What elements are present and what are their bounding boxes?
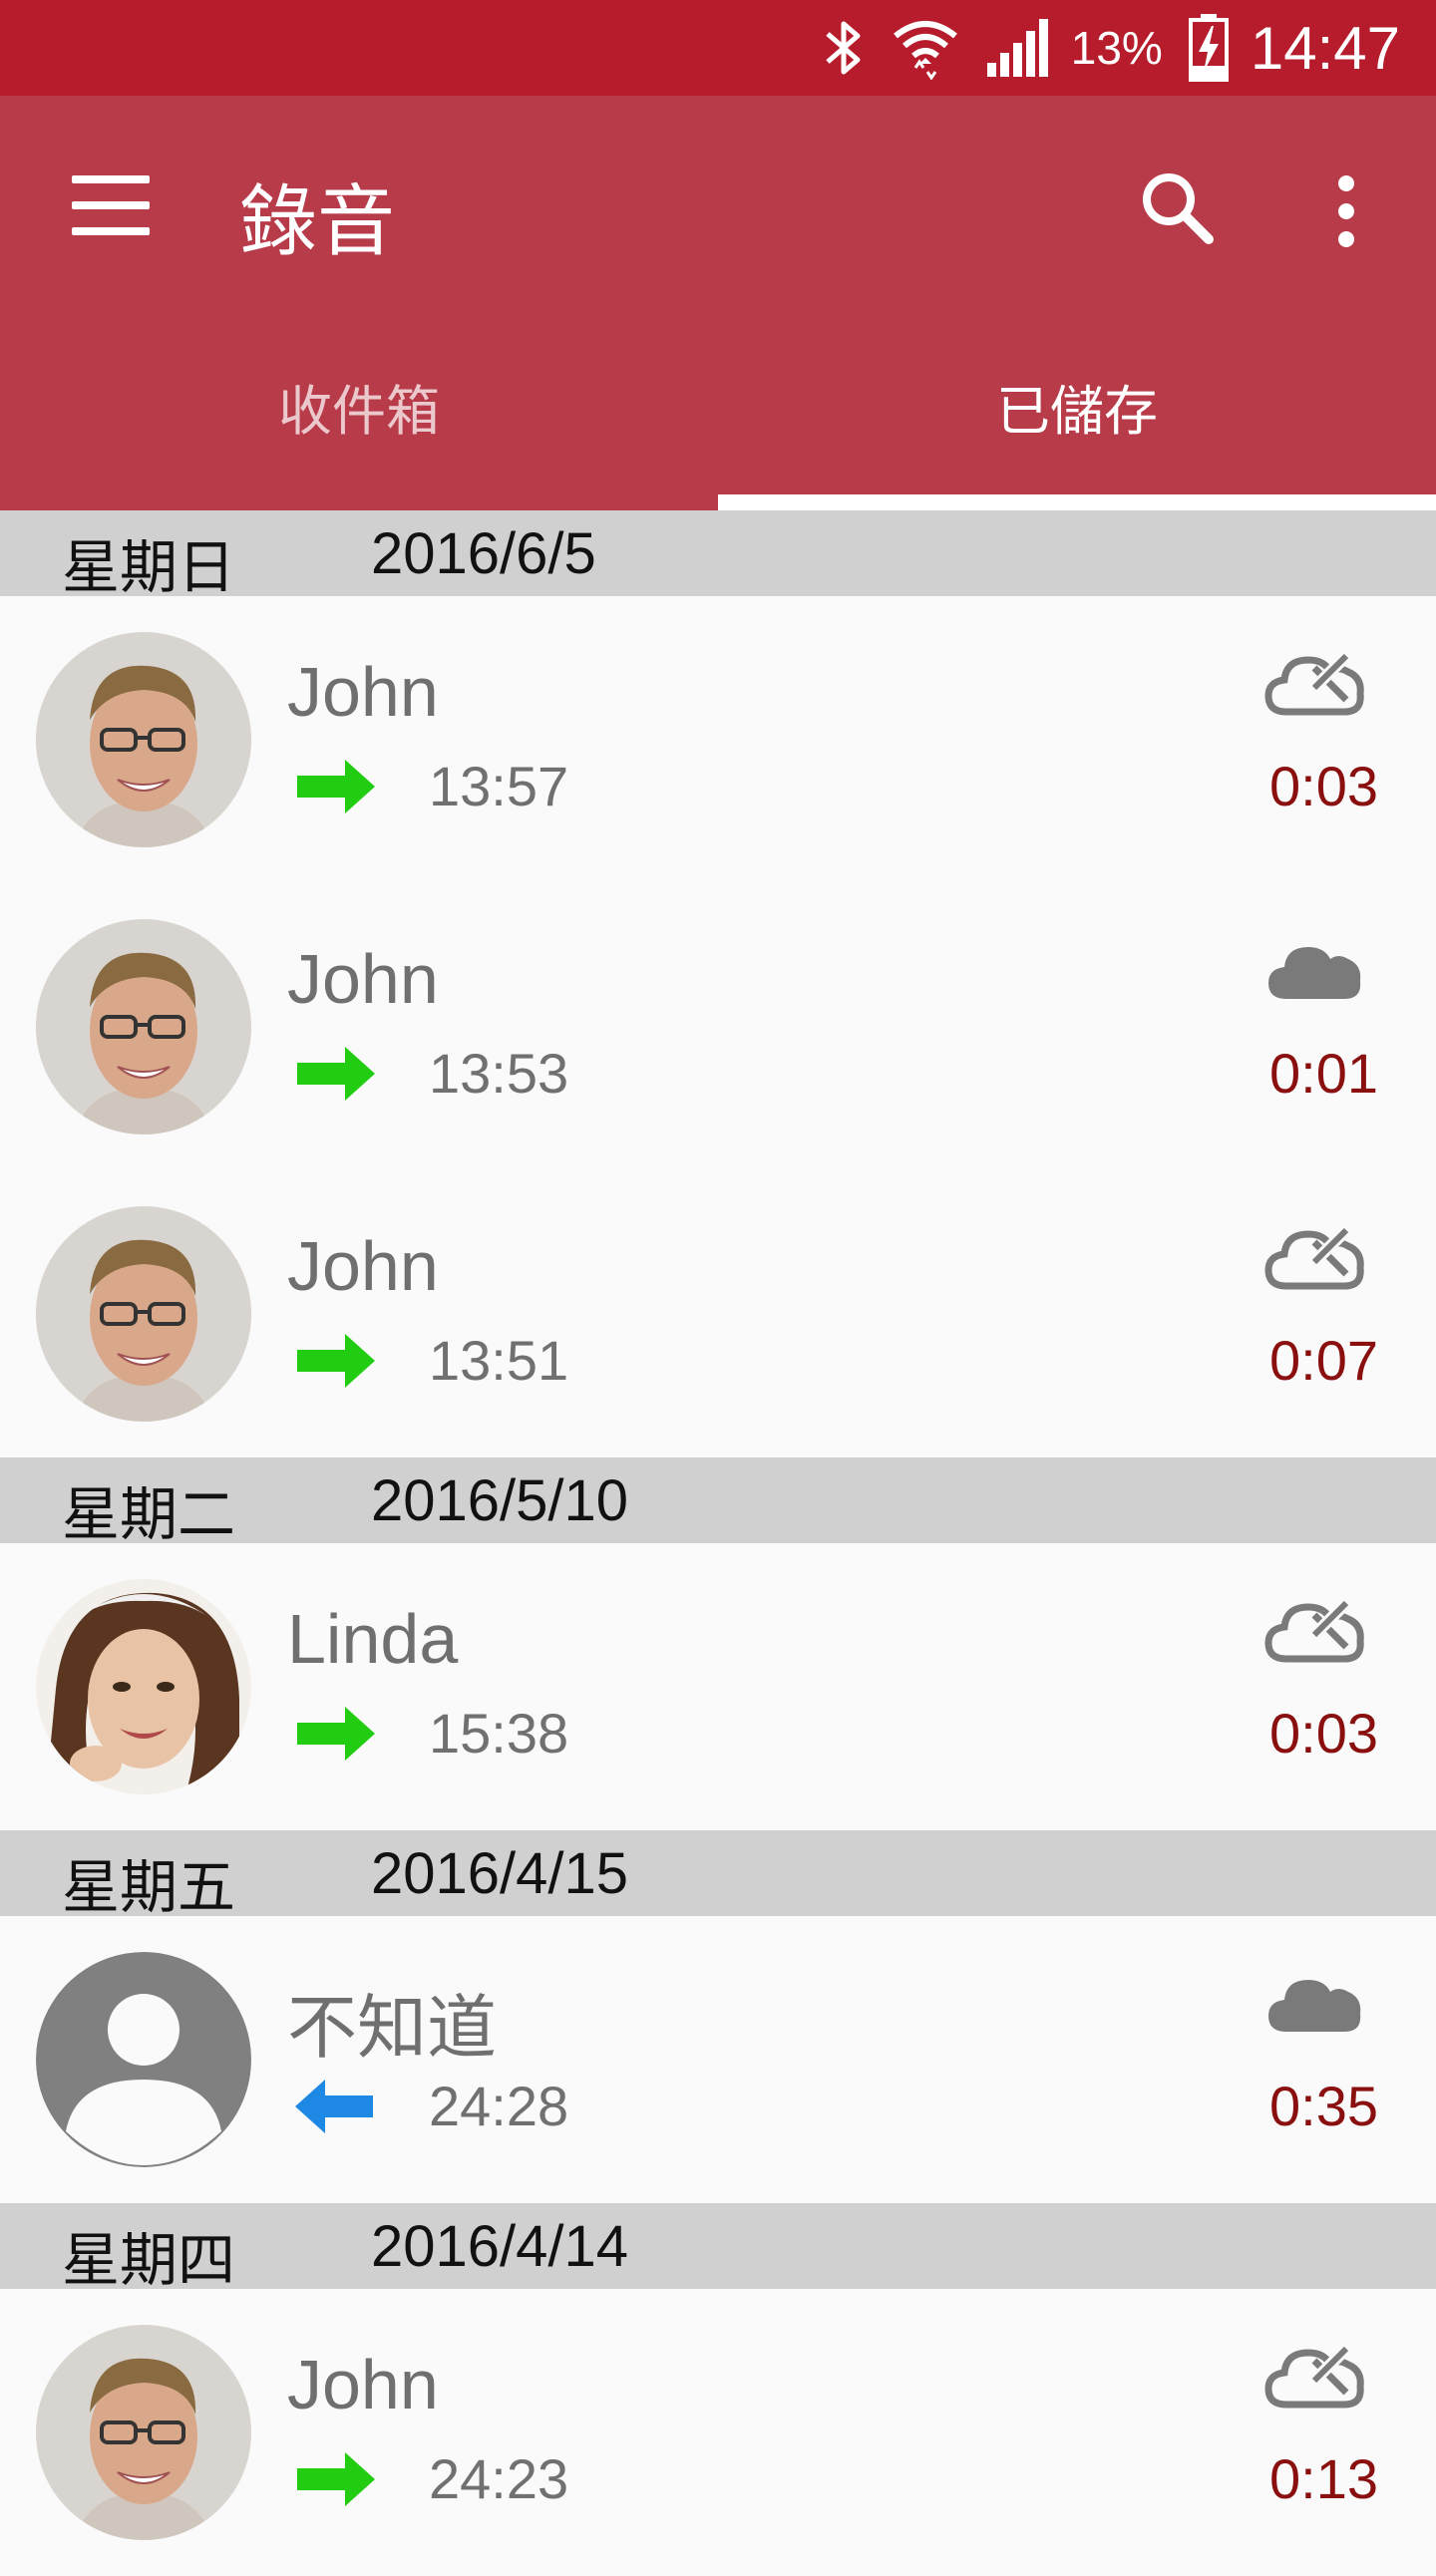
outgoing-call-arrow-icon — [295, 758, 375, 815]
signal-icon — [985, 17, 1051, 79]
recording-row[interactable]: John 24:23 0:13 — [0, 2289, 1436, 2576]
cloud-off-icon[interactable] — [1264, 646, 1364, 720]
call-time: 15:38 — [429, 1702, 569, 1765]
tab-indicator — [718, 494, 1436, 510]
recording-row[interactable]: John 13:51 0:07 — [0, 1170, 1436, 1457]
call-time: 24:23 — [429, 2447, 569, 2510]
contact-name: John — [287, 940, 439, 1018]
cloud-off-icon[interactable] — [1264, 1593, 1364, 1667]
battery-charging-icon — [1188, 14, 1229, 82]
contact-avatar — [36, 1952, 251, 2167]
date-group-header: 星期二 2016/5/10 — [0, 1457, 1436, 1547]
call-time: 13:53 — [429, 1042, 569, 1105]
contact-name: Linda — [287, 1600, 459, 1678]
incoming-call-arrow-icon — [295, 2078, 375, 2135]
recording-row[interactable]: John 13:57 0:03 — [0, 596, 1436, 883]
outgoing-call-arrow-icon — [295, 2450, 375, 2508]
recording-list: 星期日 2016/6/5 John 13:57 0:03 John 13:53 0:01 Joh… — [0, 510, 1436, 2576]
more-vert-icon[interactable] — [1326, 171, 1366, 251]
call-time: 24:28 — [429, 2075, 569, 2137]
date-label: 2016/6/5 — [371, 521, 596, 586]
contact-name: 不知道 — [287, 1989, 497, 2067]
contact-avatar — [36, 1579, 251, 1794]
wifi-icon — [892, 16, 959, 80]
tab-saved[interactable]: 已儲存 — [718, 321, 1436, 510]
status-bar: 13% 14:47 — [0, 0, 1436, 96]
recording-duration: 0:03 — [1269, 1702, 1378, 1765]
outgoing-call-arrow-icon — [295, 1705, 375, 1763]
recording-row[interactable]: John 13:53 0:01 — [0, 883, 1436, 1170]
date-label: 2016/5/10 — [371, 1468, 629, 1533]
cloud-filled-icon[interactable] — [1264, 933, 1364, 1007]
recording-duration: 0:13 — [1269, 2447, 1378, 2510]
contact-avatar — [36, 1206, 251, 1422]
date-group-header: 星期四 2016/4/14 — [0, 2203, 1436, 2293]
battery-percent: 13% — [1070, 22, 1163, 74]
bluetooth-icon — [822, 18, 866, 78]
date-group-header: 星期日 2016/6/5 — [0, 510, 1436, 600]
weekday-label: 星期日 — [62, 535, 236, 600]
recording-row[interactable]: 不知道 24:28 0:35 — [0, 1916, 1436, 2203]
recording-duration: 0:03 — [1269, 755, 1378, 817]
date-group-header: 星期五 2016/4/15 — [0, 1830, 1436, 1920]
contact-name: John — [287, 2346, 439, 2423]
status-time: 14:47 — [1250, 14, 1400, 82]
contact-name: John — [287, 653, 439, 731]
page-title: 錄音 — [239, 177, 396, 265]
call-time: 13:57 — [429, 755, 569, 817]
outgoing-call-arrow-icon — [295, 1332, 375, 1390]
tab-inbox[interactable]: 收件箱 — [0, 321, 718, 510]
menu-icon[interactable] — [72, 175, 150, 235]
contact-avatar — [36, 919, 251, 1134]
date-label: 2016/4/14 — [371, 2214, 629, 2279]
contact-name: John — [287, 1227, 439, 1305]
recording-duration: 0:01 — [1269, 1042, 1378, 1105]
tab-label: 已儲存 — [996, 381, 1158, 442]
app-bar: 錄音 — [0, 96, 1436, 321]
date-label: 2016/4/15 — [371, 1841, 629, 1906]
contact-avatar — [36, 632, 251, 847]
weekday-label: 星期五 — [62, 1855, 236, 1920]
cloud-off-icon[interactable] — [1264, 1220, 1364, 1294]
search-icon[interactable] — [1137, 167, 1217, 247]
contact-avatar — [36, 2325, 251, 2540]
recording-row[interactable]: Linda 15:38 0:03 — [0, 1543, 1436, 1830]
tab-label: 收件箱 — [278, 381, 440, 442]
cloud-off-icon[interactable] — [1264, 2339, 1364, 2413]
weekday-label: 星期四 — [62, 2228, 236, 2293]
call-time: 13:51 — [429, 1329, 569, 1392]
outgoing-call-arrow-icon — [295, 1045, 375, 1103]
cloud-filled-icon[interactable] — [1264, 1966, 1364, 2040]
tab-bar: 收件箱 已儲存 — [0, 321, 1436, 510]
recording-duration: 0:35 — [1269, 2075, 1378, 2137]
weekday-label: 星期二 — [62, 1482, 236, 1547]
recording-duration: 0:07 — [1269, 1329, 1378, 1392]
